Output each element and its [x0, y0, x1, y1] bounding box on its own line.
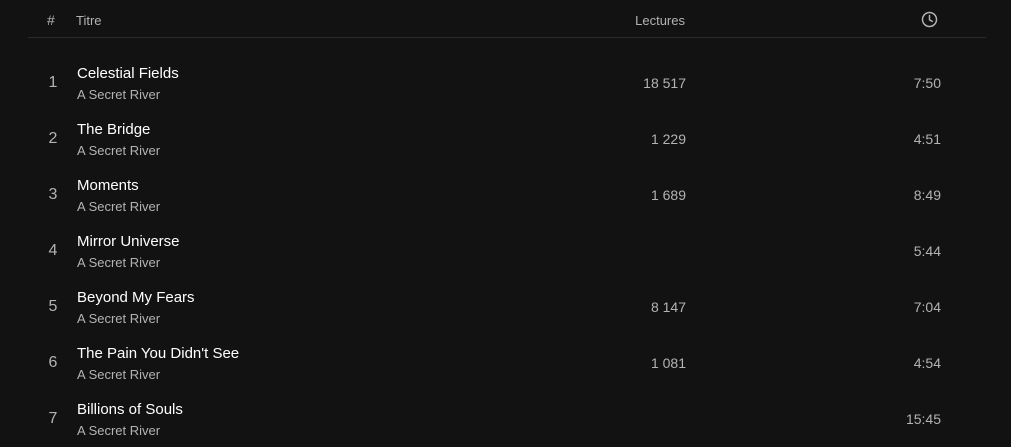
- track-row[interactable]: 6 The Pain You Didn't See A Secret River…: [28, 335, 986, 391]
- header-plays-label: Lectures: [635, 13, 685, 28]
- track-artist[interactable]: A Secret River: [77, 87, 160, 102]
- track-plays: 1 689: [650, 187, 686, 203]
- track-artist[interactable]: A Secret River: [77, 255, 160, 270]
- track-number: 1: [48, 74, 58, 91]
- track-number: 2: [48, 130, 58, 147]
- track-title[interactable]: The Bridge: [77, 121, 150, 138]
- track-title[interactable]: Billions of Souls: [77, 401, 183, 418]
- track-title[interactable]: Mirror Universe: [77, 233, 180, 250]
- track-duration: 8:49: [913, 187, 941, 203]
- track-row[interactable]: 4 Mirror Universe A Secret River 5:44: [28, 223, 986, 279]
- track-row[interactable]: 7 Billions of Souls A Secret River 15:45: [28, 391, 986, 447]
- track-row[interactable]: 3 Moments A Secret River 1 689 8:49: [28, 167, 986, 223]
- track-plays: 1 081: [650, 355, 686, 371]
- track-number: 4: [48, 242, 58, 259]
- track-title[interactable]: Beyond My Fears: [77, 289, 195, 306]
- track-number: 5: [48, 298, 58, 315]
- track-artist[interactable]: A Secret River: [77, 143, 160, 158]
- track-duration: 7:50: [913, 75, 941, 91]
- track-artist[interactable]: A Secret River: [77, 199, 160, 214]
- track-row[interactable]: 1 Celestial Fields A Secret River 18 517…: [28, 55, 986, 111]
- track-number: 3: [48, 186, 58, 203]
- header-number-label: #: [47, 12, 55, 28]
- track-plays: 1 229: [650, 131, 686, 147]
- track-title[interactable]: The Pain You Didn't See: [77, 345, 239, 362]
- track-row[interactable]: 5 Beyond My Fears A Secret River 8 147 7…: [28, 279, 986, 335]
- track-row[interactable]: 2 The Bridge A Secret River 1 229 4:51: [28, 111, 986, 167]
- track-number: 7: [48, 410, 58, 427]
- track-title[interactable]: Moments: [77, 177, 139, 194]
- track-artist[interactable]: A Secret River: [77, 311, 160, 326]
- tracklist: # Titre Lectures 1 Celestial Fields A Se…: [0, 0, 1011, 444]
- track-duration: 4:51: [913, 131, 941, 147]
- track-duration: 4:54: [913, 355, 941, 371]
- track-rows: 1 Celestial Fields A Secret River 18 517…: [28, 55, 986, 447]
- clock-icon: [921, 11, 938, 28]
- track-artist[interactable]: A Secret River: [77, 367, 160, 382]
- track-artist[interactable]: A Secret River: [77, 423, 160, 438]
- header-title-label: Titre: [76, 13, 102, 28]
- track-number: 6: [48, 354, 58, 371]
- track-plays: 8 147: [650, 299, 686, 315]
- track-plays: 18 517: [643, 75, 686, 91]
- track-duration: 5:44: [913, 243, 941, 259]
- track-duration: 7:04: [913, 299, 941, 315]
- track-title[interactable]: Celestial Fields: [77, 65, 179, 82]
- tracklist-header: # Titre Lectures: [28, 0, 986, 38]
- track-duration: 15:45: [905, 411, 941, 427]
